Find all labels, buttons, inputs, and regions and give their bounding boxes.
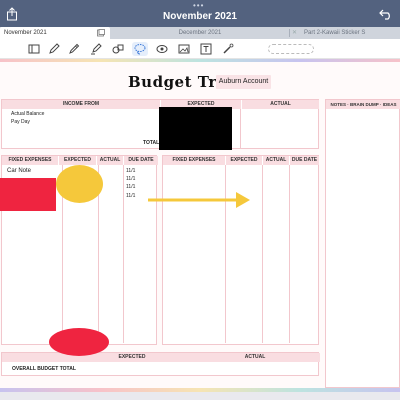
expense-due-date[interactable]: 11/1: [126, 193, 135, 199]
overall-actual-header: ACTUAL: [244, 354, 266, 360]
divider: [262, 165, 263, 343]
tab-kawaii-sticker[interactable]: ✕ Part 2-Kawaii Sticker S: [290, 27, 400, 39]
pencil-icon[interactable]: [68, 43, 80, 55]
due-date-header: DUE DATE: [290, 156, 319, 165]
expense-name[interactable]: Car Note: [7, 168, 31, 174]
fixed-expenses-right-panel: FIXED EXPENSES EXPECTED ACTUAL DUE DATE: [162, 155, 319, 345]
red-rectangle-shape[interactable]: [0, 178, 56, 211]
shapes-icon[interactable]: [112, 43, 124, 55]
overall-budget-panel: EXPECTED ACTUAL OVERALL BUDGET TOTAL: [1, 352, 320, 376]
lasso-icon[interactable]: [134, 43, 146, 55]
divider: [240, 109, 241, 148]
red-ellipse-shape[interactable]: [49, 328, 109, 356]
income-from-header: INCOME FROM: [2, 100, 160, 109]
fixed-expenses-header: FIXED EXPENSES: [163, 156, 225, 165]
black-redaction-box[interactable]: [159, 107, 232, 150]
notes-panel[interactable]: NOTES · BRAIN DUMP · IDEAS: [325, 99, 400, 388]
actual-header: ACTUAL: [97, 156, 123, 165]
expected-header: EXPECTED: [226, 156, 262, 165]
tab-label: November 2021: [4, 30, 47, 36]
window-dots[interactable]: •••: [193, 1, 204, 10]
overall-budget-label: OVERALL BUDGET TOTAL: [12, 366, 76, 372]
divider: [123, 165, 124, 343]
tab-bar: November 2021 December 2021 ✕ Part 2-Kaw…: [0, 27, 400, 39]
actual-header: ACTUAL: [263, 156, 289, 165]
income-row-label[interactable]: Actual Balance: [11, 111, 44, 117]
expense-due-date[interactable]: 11/1: [126, 176, 135, 182]
yellow-arrow-shape[interactable]: [148, 190, 252, 210]
undo-icon[interactable]: [379, 8, 393, 20]
recent-tools-pill[interactable]: [268, 44, 314, 54]
expense-due-date[interactable]: 11/1: [126, 184, 135, 190]
tab-november-2021[interactable]: November 2021: [0, 27, 110, 39]
account-label: Auburn Account: [216, 75, 271, 89]
bottom-bar: [0, 392, 400, 400]
window-title[interactable]: November 2021: [0, 11, 400, 22]
yellow-circle-shape[interactable]: [56, 165, 103, 203]
tab-label: December 2021: [178, 30, 222, 36]
divider: [289, 165, 290, 343]
text-icon[interactable]: [200, 43, 212, 55]
laser-icon[interactable]: [222, 43, 234, 55]
notes-header: NOTES · BRAIN DUMP · IDEAS: [326, 100, 400, 109]
highlighter-icon[interactable]: [90, 43, 102, 55]
title-bar: ••• November 2021: [0, 0, 400, 27]
close-icon[interactable]: ✕: [292, 27, 297, 39]
toolbar: [0, 39, 400, 59]
income-actual-header: ACTUAL: [242, 100, 319, 109]
tab-december-2021[interactable]: December 2021: [112, 27, 288, 39]
expense-due-date[interactable]: 11/1: [126, 168, 135, 174]
pen-icon[interactable]: [48, 43, 60, 55]
expected-header: EXPECTED: [59, 156, 96, 165]
tab-label: Part 2-Kawaii Sticker S: [304, 30, 366, 36]
tab-thumbnail-icon[interactable]: [97, 29, 105, 37]
income-total-label: TOTAL: [143, 140, 160, 146]
elements-icon[interactable]: [156, 43, 168, 55]
image-icon[interactable]: [178, 43, 190, 55]
thumbnails-icon[interactable]: [28, 43, 40, 55]
fixed-expenses-header: FIXED EXPENSES: [2, 156, 58, 165]
due-date-header: DUE DATE: [124, 156, 158, 165]
income-row-label[interactable]: Pay Day: [11, 119, 30, 125]
